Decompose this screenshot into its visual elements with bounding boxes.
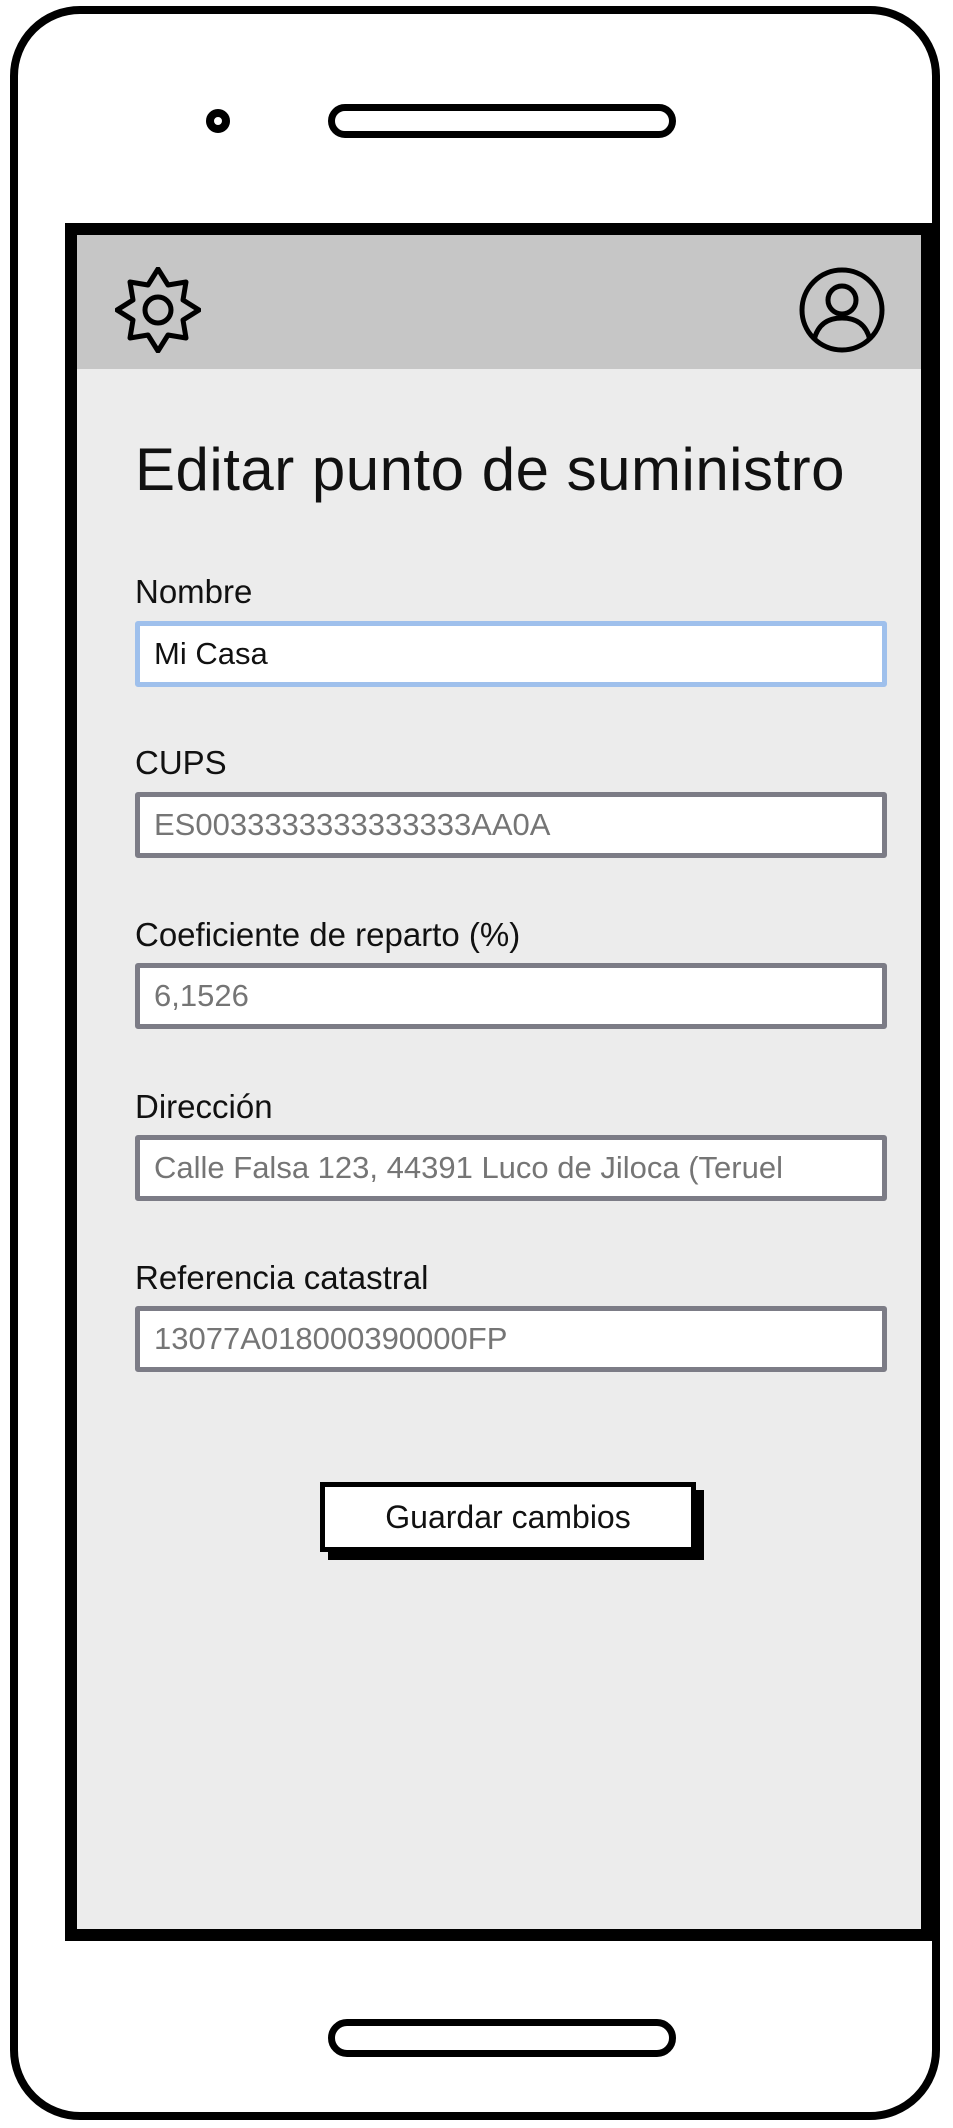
gear-icon bbox=[115, 267, 201, 353]
cups-input[interactable] bbox=[135, 792, 887, 858]
coeficiente-label: Coeficiente de reparto (%) bbox=[135, 916, 521, 953]
profile-button[interactable] bbox=[797, 265, 887, 355]
cups-label: CUPS bbox=[135, 744, 227, 781]
screen: Editar punto de suministro Nombre CUPS C… bbox=[65, 223, 933, 1941]
home-indicator bbox=[328, 2019, 676, 2057]
save-button[interactable]: Guardar cambios bbox=[320, 1482, 696, 1552]
referencia-label: Referencia catastral bbox=[135, 1259, 429, 1296]
page-title: Editar punto de suministro bbox=[135, 436, 846, 503]
referencia-input[interactable] bbox=[135, 1306, 887, 1372]
settings-button[interactable] bbox=[113, 265, 203, 355]
direccion-input[interactable] bbox=[135, 1135, 887, 1201]
top-app-bar bbox=[77, 235, 921, 369]
camera bbox=[206, 109, 230, 133]
nombre-label: Nombre bbox=[135, 573, 253, 610]
nombre-input[interactable] bbox=[135, 621, 887, 687]
user-circle-icon bbox=[799, 267, 885, 353]
coeficiente-input[interactable] bbox=[135, 963, 887, 1029]
direccion-label: Dirección bbox=[135, 1088, 273, 1125]
speaker bbox=[328, 104, 676, 138]
phone-frame: Editar punto de suministro Nombre CUPS C… bbox=[10, 6, 940, 2120]
